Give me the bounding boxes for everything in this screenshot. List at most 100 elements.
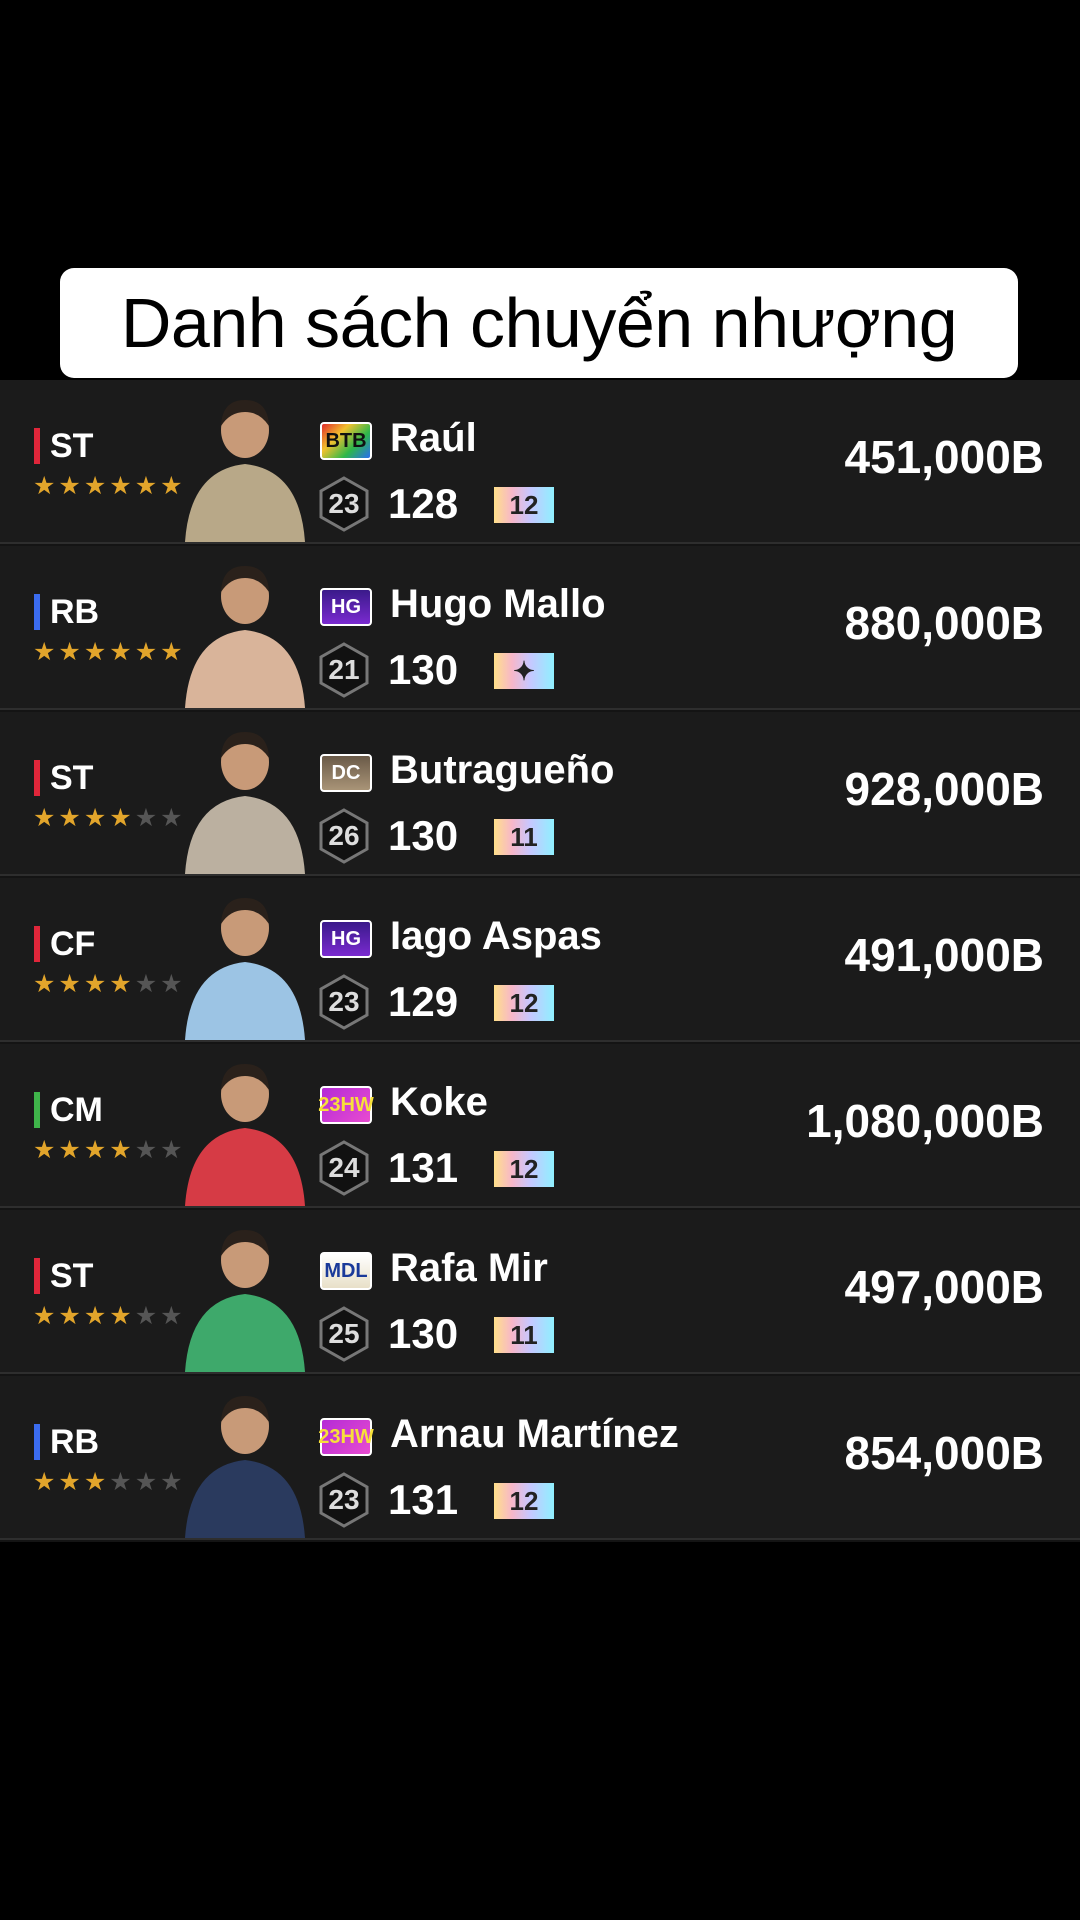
star-icon: ★ (33, 637, 56, 666)
star-icon: ★ (33, 803, 56, 832)
star-rating: ★ ★ ★ ★ ★ ★ (33, 472, 183, 500)
star-rating: ★ ★ ★ ★ ★ ★ (33, 638, 183, 666)
position-text: CM (50, 1090, 103, 1129)
player-photo (170, 390, 320, 542)
position-color-bar (34, 760, 40, 796)
card-type-badge: 23HW (318, 1418, 374, 1456)
player-photo (170, 888, 320, 1040)
reinforce-hexagon-icon: 23 (318, 476, 370, 532)
transfer-list: ST ★ ★ ★ ★ ★ ★ BTB Raúl 23 128 12 451,000B RB… (0, 380, 1080, 1542)
star-icon: ★ (83, 637, 107, 666)
card-type-badge: BTB (320, 422, 372, 460)
position-text: ST (50, 426, 94, 465)
player-price: 880,000B (844, 597, 1045, 649)
player-row[interactable]: RB ★ ★ ★ ★ ★ ★ 23HW Arnau Martínez 23 131 12 … (0, 1376, 1080, 1540)
star-icon: ★ (83, 1301, 107, 1330)
overall-rating: 130 (388, 1310, 459, 1357)
position-color-bar (34, 594, 40, 630)
level-badge: 11 (494, 819, 554, 855)
overall-rating: 128 (388, 480, 459, 527)
star-icon: ★ (58, 1301, 81, 1330)
star-icon: ★ (58, 471, 81, 500)
level-badge: 12 (494, 487, 554, 523)
overall-rating: 130 (388, 646, 459, 693)
reinforce-level: 23 (328, 986, 360, 1017)
card-type-badge: MDL (320, 1252, 372, 1290)
position-label: ST (34, 758, 93, 798)
star-icon: ★ (134, 637, 158, 666)
reinforce-hexagon-icon: 26 (318, 808, 370, 864)
position-text: ST (50, 1256, 94, 1295)
player-name: Iago Aspas (390, 914, 602, 958)
star-icon: ★ (134, 969, 158, 998)
player-photo (170, 556, 320, 708)
player-name: Rafa Mir (390, 1246, 548, 1290)
star-icon: ★ (109, 637, 132, 666)
position-label: ST (34, 426, 93, 466)
page-title: Danh sách chuyển nhượng (120, 284, 958, 362)
title-banner: Danh sách chuyển nhượng (60, 268, 1018, 378)
reinforce-level: 23 (328, 1484, 360, 1515)
position-label: CF (34, 924, 95, 964)
player-name: Butragueño (390, 748, 615, 792)
star-icon: ★ (109, 803, 132, 832)
position-color-bar (34, 1424, 40, 1460)
reinforce-hexagon-icon: 21 (318, 642, 370, 698)
card-type-badge: HG (320, 920, 372, 958)
reinforce-level: 24 (328, 1152, 360, 1183)
star-icon: ★ (109, 969, 132, 998)
reinforce-hexagon-icon: 24 (318, 1140, 370, 1196)
position-label: CM (34, 1090, 103, 1130)
player-photo (170, 1220, 320, 1372)
player-price: 451,000B (844, 431, 1045, 483)
player-name: Arnau Martínez (390, 1412, 679, 1456)
player-row[interactable]: ST ★ ★ ★ ★ ★ ★ BTB Raúl 23 128 12 451,000B (0, 380, 1080, 544)
player-row[interactable]: ST ★ ★ ★ ★ ★ ★ DC Butragueño 26 130 11 928,00… (0, 712, 1080, 876)
star-icon: ★ (83, 1135, 107, 1164)
position-label: RB (34, 1422, 99, 1462)
star-icon: ★ (33, 969, 56, 998)
player-photo (170, 722, 320, 874)
star-rating: ★ ★ ★ ★ ★ ★ (33, 804, 183, 832)
position-color-bar (34, 428, 40, 464)
level-badge: 12 (494, 985, 554, 1021)
position-color-bar (34, 926, 40, 962)
overall-rating: 131 (388, 1476, 459, 1523)
star-icon: ★ (83, 471, 107, 500)
reinforce-level: 25 (328, 1318, 360, 1349)
star-icon: ★ (134, 471, 158, 500)
overall-rating: 129 (388, 978, 459, 1025)
star-icon: ★ (58, 1467, 81, 1496)
level-badge: 12 (494, 1483, 554, 1519)
reinforce-level: 21 (328, 654, 360, 685)
position-color-bar (34, 1258, 40, 1294)
player-row[interactable]: CM ★ ★ ★ ★ ★ ★ 23HW Koke 24 131 12 1,080,000B (0, 1044, 1080, 1208)
card-type-badge: 23HW (318, 1086, 374, 1124)
star-icon: ★ (58, 1135, 81, 1164)
star-icon: ★ (109, 1467, 132, 1496)
reinforce-hexagon-icon: 23 (318, 1472, 370, 1528)
star-icon: ★ (134, 1467, 158, 1496)
player-price: 928,000B (844, 763, 1045, 815)
position-text: RB (50, 1422, 100, 1461)
star-icon: ★ (58, 637, 81, 666)
star-rating: ★ ★ ★ ★ ★ ★ (33, 1468, 183, 1496)
reinforce-hexagon-icon: 23 (318, 974, 370, 1030)
card-type-badge: DC (320, 754, 372, 792)
star-icon: ★ (134, 1301, 158, 1330)
player-row[interactable]: CF ★ ★ ★ ★ ★ ★ HG Iago Aspas 23 129 12 491,00… (0, 878, 1080, 1042)
star-rating: ★ ★ ★ ★ ★ ★ (33, 1136, 183, 1164)
overall-rating: 131 (388, 1144, 459, 1191)
reinforce-level: 26 (328, 820, 360, 851)
star-icon: ★ (58, 969, 81, 998)
star-icon: ★ (33, 471, 56, 500)
reinforce-hexagon-icon: 25 (318, 1306, 370, 1362)
star-rating: ★ ★ ★ ★ ★ ★ (33, 1302, 183, 1330)
level-badge: 12 (494, 1151, 554, 1187)
player-row[interactable]: RB ★ ★ ★ ★ ★ ★ HG Hugo Mallo 21 130 ✦ 880,000… (0, 546, 1080, 710)
player-name: Hugo Mallo (390, 582, 606, 626)
position-color-bar (34, 1092, 40, 1128)
position-text: RB (50, 592, 100, 631)
player-row[interactable]: ST ★ ★ ★ ★ ★ ★ MDL Rafa Mir 25 130 11 497,000… (0, 1210, 1080, 1374)
player-photo (170, 1054, 320, 1206)
